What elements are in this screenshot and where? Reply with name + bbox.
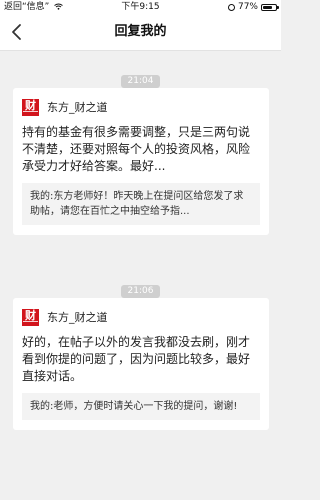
- sender-avatar[interactable]: 财: [22, 308, 39, 326]
- avatar-logo-strip: [23, 320, 38, 325]
- battery-icon: [261, 3, 279, 11]
- sender-name[interactable]: 东方_财之道: [47, 99, 108, 115]
- alarm-icon: [227, 3, 235, 11]
- reply-text[interactable]: 好的，在帖子以外的发言我都没去刷，刚才看到你提的问题了，因为问题比较多，最好直接…: [22, 334, 260, 385]
- quoted-original-post[interactable]: 我的:东方老师好！昨天晚上在提问区给您发了求助帖，请您在百忙之中抽空给予指...: [22, 183, 260, 225]
- page-title: 回复我的: [114, 24, 167, 39]
- reply-card[interactable]: 财 东方_财之道 好的，在帖子以外的发言我都没去刷，刚才看到你提的问题了，因为问…: [13, 298, 269, 430]
- sender-name[interactable]: 东方_财之道: [47, 309, 108, 325]
- avatar-logo-strip: [23, 110, 38, 115]
- quoted-original-post[interactable]: 我的:老师，方便时请关心一下我的提问，谢谢!: [22, 393, 260, 420]
- card-header: 财 东方_财之道: [22, 98, 260, 116]
- battery-percentage: 77%: [237, 2, 258, 12]
- battery-fill: [263, 5, 272, 9]
- timestamp-badge: 21:04: [120, 75, 161, 88]
- timestamp-row: 21:04: [0, 68, 281, 88]
- navigation-bar: 回复我的: [0, 14, 281, 51]
- reply-text[interactable]: 持有的基金有很多需要调整，只是三两句说不清楚，还要对照每个人的投资风格，风险承受…: [22, 124, 260, 175]
- timestamp-row: 21:06: [0, 278, 281, 298]
- status-bar: 返回“信息” 下午9:15 77%: [0, 0, 281, 14]
- card-header: 财 东方_财之道: [22, 308, 260, 326]
- timestamp-badge: 21:06: [120, 285, 161, 298]
- sender-avatar[interactable]: 财: [22, 98, 39, 116]
- reply-card[interactable]: 财 东方_财之道 持有的基金有很多需要调整，只是三两句说不清楚，还要对照每个人的…: [13, 88, 269, 235]
